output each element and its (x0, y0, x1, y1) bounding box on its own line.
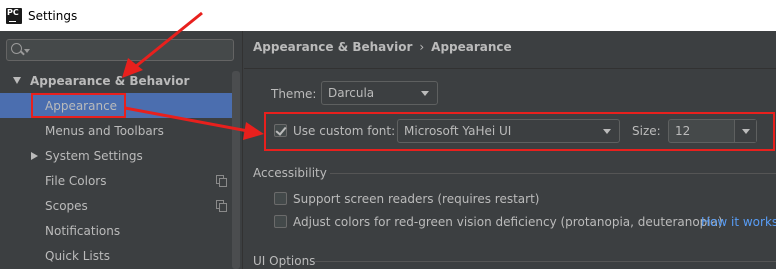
expand-arrow-icon[interactable] (13, 77, 21, 84)
tree-item-label: Scopes (45, 198, 88, 213)
search-history-dropdown-icon[interactable] (24, 49, 30, 53)
screen-readers-checkbox[interactable] (274, 192, 287, 205)
tree-item-scopes[interactable]: Scopes (0, 193, 232, 218)
window-title: Settings (28, 8, 78, 23)
settings-sidebar: Appearance & Behavior Appearance Menus a… (0, 31, 243, 269)
title-bar: PC Settings (0, 0, 776, 31)
theme-label: Theme: (271, 87, 317, 101)
section-divider (315, 261, 776, 262)
font-size-label: Size: (632, 124, 661, 138)
font-family-value: Microsoft YaHei UI (404, 124, 512, 138)
color-deficiency-label: Adjust colors for red-green vision defic… (293, 215, 723, 229)
font-family-select[interactable]: Microsoft YaHei UI (397, 119, 620, 143)
breadcrumb-parent: Appearance & Behavior (253, 40, 413, 54)
font-size-value[interactable]: 12 (669, 124, 734, 138)
use-custom-font-label: Use custom font: (293, 124, 396, 138)
tree-item-label: Quick Lists (45, 248, 110, 263)
sidebar-scrollbar[interactable] (232, 71, 240, 269)
theme-select[interactable]: Darcula (321, 81, 438, 105)
font-size-combo[interactable]: 12 (668, 119, 757, 143)
theme-value: Darcula (328, 86, 375, 100)
search-icon (11, 43, 22, 54)
tree-item-appearance-behavior[interactable]: Appearance & Behavior (0, 68, 232, 93)
breadcrumb-separator: › (419, 40, 425, 54)
tree-item-system-settings[interactable]: System Settings (0, 143, 232, 168)
chevron-down-icon (421, 90, 429, 96)
font-size-dropdown-button[interactable] (734, 120, 756, 142)
tree-item-label: System Settings (45, 148, 143, 163)
tree-item-label: File Colors (45, 173, 107, 188)
header-divider (244, 68, 776, 69)
screen-readers-label: Support screen readers (requires restart… (293, 192, 540, 206)
how-it-works-link[interactable]: How it works (701, 215, 776, 229)
project-level-icon (216, 200, 227, 212)
collapse-arrow-icon[interactable] (31, 151, 38, 160)
breadcrumb: Appearance & Behavior › Appearance (253, 40, 512, 54)
breadcrumb-current: Appearance (431, 40, 512, 54)
section-divider (330, 173, 776, 174)
tree-item-appearance[interactable]: Appearance (0, 93, 232, 118)
use-custom-font-checkbox[interactable] (274, 124, 287, 137)
project-level-icon (216, 175, 227, 187)
chevron-down-icon (603, 128, 611, 134)
color-deficiency-checkbox[interactable] (274, 215, 287, 228)
tree-item-file-colors[interactable]: File Colors (0, 168, 232, 193)
chevron-down-icon (741, 128, 750, 134)
tree-item-label: Appearance & Behavior (30, 73, 190, 88)
settings-content: Appearance & Behavior › Appearance Theme: … (244, 31, 776, 269)
tree-item-label: Appearance (45, 98, 118, 113)
search-input[interactable] (6, 39, 234, 61)
tree-item-menus-toolbars[interactable]: Menus and Toolbars (0, 118, 232, 143)
tree-item-label: Menus and Toolbars (45, 123, 164, 138)
ui-options-section-title: UI Options (253, 254, 316, 268)
tree-item-label: Notifications (45, 223, 121, 238)
app-icon-text: PC (7, 7, 19, 17)
tree-item-quick-lists[interactable]: Quick Lists (0, 243, 232, 268)
tree-item-notifications[interactable]: Notifications (0, 218, 232, 243)
accessibility-section-title: Accessibility (253, 166, 327, 180)
pycharm-app-icon: PC (6, 7, 22, 24)
